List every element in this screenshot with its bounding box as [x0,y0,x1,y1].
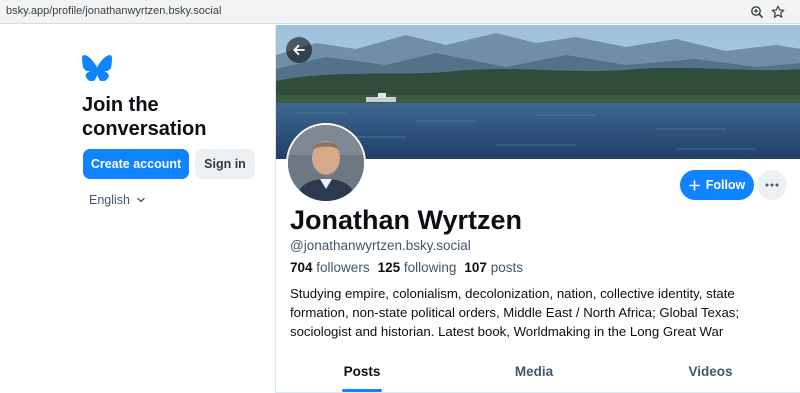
language-label: English [89,193,130,207]
profile-panel: Follow Jonathan Wyrtzen @jonathanwyrtzen… [275,25,800,393]
zoom-icon[interactable] [748,3,766,21]
profile-handle: @jonathanwyrtzen.bsky.social [290,238,471,253]
arrow-left-icon [293,44,305,56]
join-heading-line1: Join the [82,94,159,116]
sign-in-button[interactable]: Sign in [195,149,255,179]
following-label: following [403,260,457,275]
left-sidebar: Join the conversation Create account Sig… [0,25,275,393]
more-options-button[interactable] [757,170,787,200]
profile-stats: 704 followers 125 following 107 posts [290,260,523,275]
back-button[interactable] [286,37,312,63]
followers-label: followers [316,260,370,275]
star-icon[interactable] [769,3,787,21]
browser-url-bar[interactable]: bsky.app/profile/jonathanwyrtzen.bsky.so… [0,0,800,24]
create-account-button[interactable]: Create account [83,149,189,179]
tab-posts[interactable]: Posts [276,355,448,393]
profile-tabs: Posts Media Videos [276,355,800,393]
chevron-down-icon [137,197,145,203]
tab-media[interactable]: Media [448,355,620,393]
join-heading: Join the conversation [82,93,262,141]
profile-bio: Studying empire, colonialism, decoloniza… [290,286,740,339]
butterfly-logo-icon[interactable] [82,55,112,81]
profile-display-name: Jonathan Wyrtzen [290,205,523,235]
posts-label: posts [490,260,523,275]
active-tab-indicator [342,389,382,392]
followers-count: 704 [290,260,313,275]
join-heading-line2: conversation [82,118,207,140]
follow-button[interactable]: Follow [680,170,754,200]
following-count: 125 [377,260,401,275]
tab-videos[interactable]: Videos [620,355,800,393]
following-stat[interactable]: 125 following [378,260,457,275]
url-text[interactable]: bsky.app/profile/jonathanwyrtzen.bsky.so… [6,5,221,17]
avatar-image [288,125,364,201]
ellipsis-icon [765,183,779,187]
plus-icon [688,179,700,191]
follow-label: Follow [705,178,746,192]
language-selector[interactable]: English [89,193,146,207]
followers-stat[interactable]: 704 followers [290,260,370,275]
profile-avatar[interactable] [286,123,366,203]
posts-stat: 107 posts [464,260,523,275]
posts-count: 107 [464,260,487,275]
